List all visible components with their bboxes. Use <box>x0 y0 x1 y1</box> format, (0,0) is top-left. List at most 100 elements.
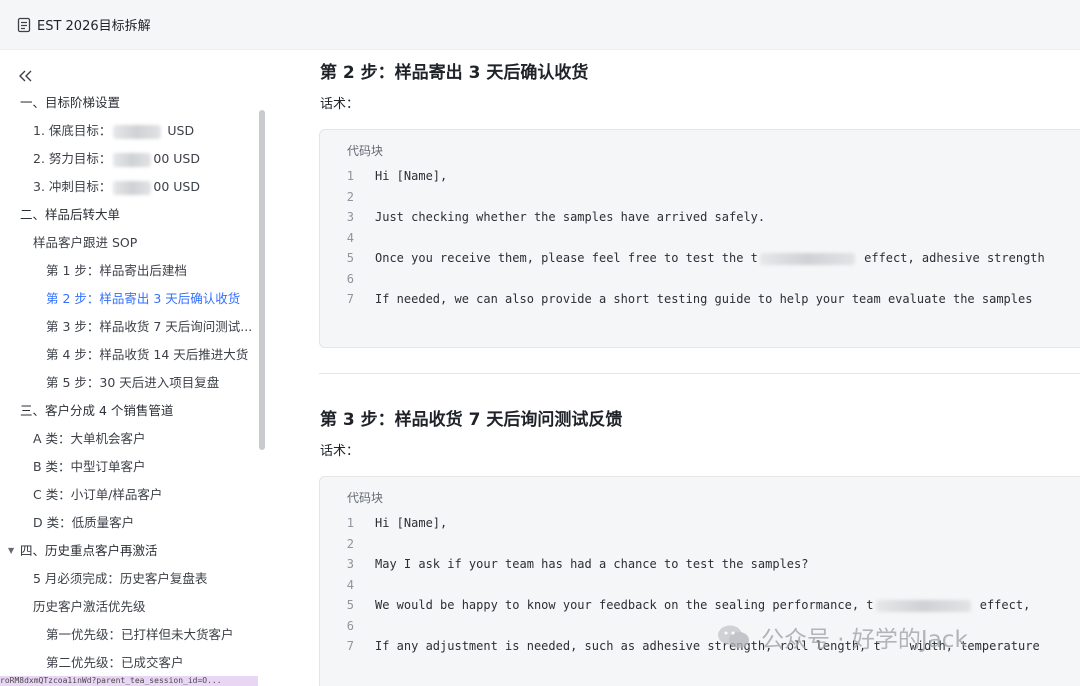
toc-item[interactable]: D 类：低质量客户 <box>0 509 262 537</box>
table-of-contents: 一、目标阶梯设置 1. 保底目标： USD 2. 努力目标： 00 USD 3. 冲刺目… <box>0 89 262 677</box>
line-number: 3 <box>346 557 354 571</box>
toc-item-label: 3. 冲刺目标： <box>33 179 112 194</box>
sidebar-scrollbar[interactable] <box>259 110 265 450</box>
toc-item-label: A 类：大单机会客户 <box>33 431 146 446</box>
code-lines: 1 Hi [Name], 2 3 Just checking whether the s… <box>320 166 1080 310</box>
code-text: May I ask if your team has had a chance … <box>375 557 809 571</box>
code-text: Hi [Name], <box>375 169 448 183</box>
toc-item-label: 2. 努力目标： <box>33 151 112 166</box>
code-line: 6 <box>320 269 1080 290</box>
toc-item[interactable]: 第 2 步：样品寄出 3 天后确认收货 <box>0 285 262 313</box>
code-text: Hi [Name], <box>375 516 448 530</box>
code-line: 1 Hi [Name], <box>320 513 1080 534</box>
redacted-value <box>113 124 162 139</box>
line-number: 7 <box>346 292 354 306</box>
step2-script-label: 话术： <box>320 97 360 112</box>
line-number: 1 <box>346 169 354 183</box>
code-line: 4 <box>320 228 1080 249</box>
toc-item-label: 第 4 步：样品收货 14 天后推进大货 <box>46 347 249 362</box>
step2-code-block[interactable]: 代码块 1 Hi [Name], 2 3 Just checking whether t… <box>319 129 1080 348</box>
code-text: If needed, we can also provide a short t… <box>375 292 1033 306</box>
code-block-caption: 代码块 <box>347 491 384 505</box>
document-header: EST 2026目标拆解 <box>0 0 1080 50</box>
watermark: 公众号 · 好学的Jack <box>717 620 968 654</box>
document-body: 第 2 步：样品寄出 3 天后确认收货 话术： 代码块 1 Hi [Name], 2… <box>270 50 1080 686</box>
watermark-text: 公众号 · 好学的Jack <box>761 627 968 653</box>
toc-item-label: 二、样品后转大单 <box>20 207 121 222</box>
toc-item[interactable]: 一、目标阶梯设置 <box>0 89 262 117</box>
code-text: Once you receive them, please feel free … <box>375 251 758 265</box>
redacted-text <box>759 252 855 265</box>
code-text: We would be happy to know your feedback … <box>375 598 874 612</box>
toc-item[interactable]: 5 月必须完成：历史客户复盘表 <box>0 565 262 593</box>
code-line: 7 If needed, we can also provide a short … <box>320 289 1080 310</box>
toc-item[interactable]: 1. 保底目标： USD <box>0 117 262 145</box>
toc-item-suffix: 00 USD <box>153 179 200 194</box>
toc-item-label: 一、目标阶梯设置 <box>20 95 121 110</box>
code-block-caption: 代码块 <box>347 144 384 158</box>
toc-item-label: 第 1 步：样品寄出后建档 <box>46 263 187 278</box>
toc-item[interactable]: 第 5 步：30 天后进入项目复盘 <box>0 369 262 397</box>
code-line: 3 May I ask if your team has had a chance… <box>320 554 1080 575</box>
toc-item[interactable]: B 类：中型订单客户 <box>0 453 262 481</box>
toc-item-label: 历史客户激活优先级 <box>33 599 146 614</box>
toc-item[interactable]: 第二优先级：已成交客户 <box>0 649 262 677</box>
code-line: 3 Just checking whether the samples have … <box>320 207 1080 228</box>
toc-item[interactable]: ▼ 四、历史重点客户再激活 <box>0 537 262 565</box>
toc-item[interactable]: A 类：大单机会客户 <box>0 425 262 453</box>
toc-item[interactable]: 2. 努力目标： 00 USD <box>0 145 262 173</box>
code-line: 5 We would be happy to know your feedback… <box>320 595 1080 616</box>
code-line: 2 <box>320 534 1080 555</box>
section-divider <box>319 373 1080 374</box>
status-url-bar: roRM8dxmQTzcoa1inWd?parent_tea_session_i… <box>0 676 258 686</box>
toc-item[interactable]: 第 1 步：样品寄出后建档 <box>0 257 262 285</box>
toc-item[interactable]: C 类：小订单/样品客户 <box>0 481 262 509</box>
line-number: 7 <box>346 639 354 653</box>
step2-heading: 第 2 步：样品寄出 3 天后确认收货 <box>320 63 589 83</box>
code-text: effect, <box>972 598 1031 612</box>
toc-item[interactable]: 样品客户跟进 SOP <box>0 229 262 257</box>
toc-item-suffix: 00 USD <box>153 151 200 166</box>
toc-item[interactable]: 二、样品后转大单 <box>0 201 262 229</box>
code-line: 1 Hi [Name], <box>320 166 1080 187</box>
toc-item[interactable]: 历史客户激活优先级 <box>0 593 262 621</box>
toc-item-label: 第二优先级：已成交客户 <box>46 655 184 670</box>
redacted-value <box>113 180 152 195</box>
toc-item-label: D 类：低质量客户 <box>33 515 135 530</box>
step3-code-block[interactable]: 代码块 1 Hi [Name], 2 3 May I ask if your team … <box>319 476 1080 686</box>
toc-item[interactable]: 第一优先级：已打样但未大货客户 <box>0 621 262 649</box>
collapse-sidebar-icon[interactable] <box>16 68 34 84</box>
line-number: 5 <box>346 598 354 612</box>
wechat-icon <box>718 625 749 648</box>
line-number: 6 <box>346 618 354 633</box>
toc-item-label: 第 2 步：样品寄出 3 天后确认收货 <box>46 291 241 306</box>
code-line: 2 <box>320 187 1080 208</box>
toc-item-label: 样品客户跟进 SOP <box>33 235 138 250</box>
line-number: 4 <box>346 230 354 245</box>
document-icon <box>17 17 31 33</box>
toc-item-suffix: USD <box>163 123 195 138</box>
outline-sidebar: 一、目标阶梯设置 1. 保底目标： USD 2. 努力目标： 00 USD 3. 冲刺目… <box>0 50 270 686</box>
toc-item-label: 四、历史重点客户再激活 <box>20 543 158 558</box>
line-number: 3 <box>346 210 354 224</box>
toc-item[interactable]: 第 4 步：样品收货 14 天后推进大货 <box>0 341 262 369</box>
toc-item-label: B 类：中型订单客户 <box>33 459 146 474</box>
line-number: 2 <box>346 189 354 204</box>
step3-script-label: 话术： <box>320 444 360 459</box>
redacted-value <box>113 152 152 167</box>
toc-item[interactable]: 第 3 步：样品收货 7 天后询问测试... <box>0 313 262 341</box>
redacted-text <box>875 599 971 612</box>
toc-item[interactable]: 三、客户分成 4 个销售管道 <box>0 397 262 425</box>
line-number: 2 <box>346 536 354 551</box>
toc-item[interactable]: 3. 冲刺目标： 00 USD <box>0 173 262 201</box>
step3-heading: 第 3 步：样品收货 7 天后询问测试反馈 <box>320 410 623 430</box>
code-text: effect, adhesive strength <box>856 251 1045 265</box>
expand-caret-icon[interactable]: ▼ <box>8 537 14 565</box>
toc-item-label: 5 月必须完成：历史客户复盘表 <box>33 571 208 586</box>
code-text: Just checking whether the samples have a… <box>375 210 766 224</box>
line-number: 5 <box>346 251 354 265</box>
toc-item-label: 1. 保底目标： <box>33 123 112 138</box>
line-number: 4 <box>346 577 354 592</box>
line-number: 1 <box>346 516 354 530</box>
toc-item-label: C 类：小订单/样品客户 <box>33 487 163 502</box>
